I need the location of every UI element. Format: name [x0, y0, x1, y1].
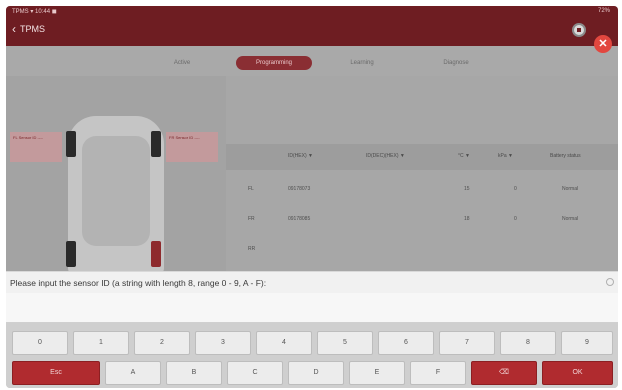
key-4[interactable]: 4	[256, 331, 312, 355]
col-temp[interactable]: °C ▼	[458, 153, 470, 159]
table-header: ID(HEX) ▼ ID(DEC)(HEX) ▼ °C ▼ kPa ▼ Batt…	[226, 144, 618, 170]
status-bar-left: TPMS ▾ 10:44 ◼	[12, 9, 57, 15]
key-3[interactable]: 3	[195, 331, 251, 355]
row-temp: 18	[464, 216, 470, 222]
row-pos: FR	[248, 216, 255, 222]
page-title: TPMS	[20, 24, 46, 34]
key-2[interactable]: 2	[134, 331, 190, 355]
sensor-id-input[interactable]	[6, 293, 618, 323]
col-id-hex[interactable]: ID(HEX) ▼	[288, 153, 313, 159]
key-e[interactable]: E	[349, 361, 405, 385]
table-row[interactable]: FR 09178085 18 0 Normal	[226, 204, 618, 234]
wheel-front-left[interactable]	[66, 131, 76, 157]
main-content: FL Sensor ID ---- FR Sensor ID ---- ID(H…	[6, 76, 618, 276]
key-7[interactable]: 7	[439, 331, 495, 355]
sensor-tag-front-right: FR Sensor ID ----	[166, 132, 218, 162]
close-icon[interactable]: ✕	[594, 35, 612, 53]
key-0[interactable]: 0	[12, 331, 68, 355]
input-prompt: Please input the sensor ID (a string wit…	[6, 271, 618, 293]
row-battery: Normal	[562, 186, 579, 192]
sensor-table: ID(HEX) ▼ ID(DEC)(HEX) ▼ °C ▼ kPa ▼ Batt…	[226, 136, 618, 271]
key-5[interactable]: 5	[317, 331, 373, 355]
col-battery: Battery status	[550, 153, 581, 159]
status-bar-right: 72%	[597, 8, 610, 14]
esc-button[interactable]: Esc	[12, 361, 100, 385]
row-pressure: 0	[514, 216, 517, 222]
sensor-tag-front-left: FL Sensor ID ----	[10, 132, 62, 162]
car-roof	[82, 136, 150, 246]
key-a[interactable]: A	[105, 361, 161, 385]
key-6[interactable]: 6	[378, 331, 434, 355]
row-id: 09178085	[288, 216, 311, 222]
row-pos: RR	[248, 246, 256, 252]
tab-learning[interactable]: Learning	[332, 56, 392, 70]
col-id-dec[interactable]: ID(DEC)(HEX) ▼	[366, 153, 405, 159]
wheel-rear-left[interactable]	[66, 241, 76, 267]
table-row[interactable]: RR	[226, 234, 618, 264]
backspace-button[interactable]: ⌫	[471, 361, 537, 385]
key-c[interactable]: C	[227, 361, 283, 385]
title-bar: TPMS ▾ 10:44 ◼ 72% ‹ TPMS	[6, 6, 618, 46]
device-screen: TPMS ▾ 10:44 ◼ 72% ‹ TPMS ✕ Active Progr…	[6, 6, 618, 388]
back-button[interactable]: ‹ TPMS	[12, 23, 45, 35]
clear-icon[interactable]	[606, 278, 614, 286]
wheel-rear-right[interactable]	[151, 241, 161, 267]
car-diagram: FL Sensor ID ---- FR Sensor ID ----	[6, 76, 226, 276]
row-battery: Normal	[562, 216, 579, 222]
wheel-front-right[interactable]	[151, 131, 161, 157]
key-f[interactable]: F	[410, 361, 466, 385]
chevron-left-icon: ‹	[12, 22, 16, 36]
key-b[interactable]: B	[166, 361, 222, 385]
prompt-text: Please input the sensor ID (a string wit…	[10, 278, 267, 288]
tab-active[interactable]: Active	[152, 56, 212, 70]
row-temp: 15	[464, 186, 470, 192]
key-d[interactable]: D	[288, 361, 344, 385]
row-pressure: 0	[514, 186, 517, 192]
key-8[interactable]: 8	[500, 331, 556, 355]
table-row[interactable]: FL 09178073 15 0 Normal	[226, 174, 618, 204]
tab-bar: Active Programming Learning Diagnose	[6, 46, 618, 76]
row-id: 09178073	[288, 186, 311, 192]
col-pressure[interactable]: kPa ▼	[498, 153, 513, 159]
key-1[interactable]: 1	[73, 331, 129, 355]
key-9[interactable]: 9	[561, 331, 613, 355]
row-pos: FL	[248, 186, 254, 192]
ok-button[interactable]: OK	[542, 361, 613, 385]
tab-programming[interactable]: Programming	[236, 56, 312, 70]
home-icon[interactable]	[572, 23, 586, 37]
keypad: 0 1 2 3 4 5 6 7 8 9 Esc A B C D E F ⌫ OK	[6, 323, 618, 388]
tab-diagnose[interactable]: Diagnose	[426, 56, 486, 70]
